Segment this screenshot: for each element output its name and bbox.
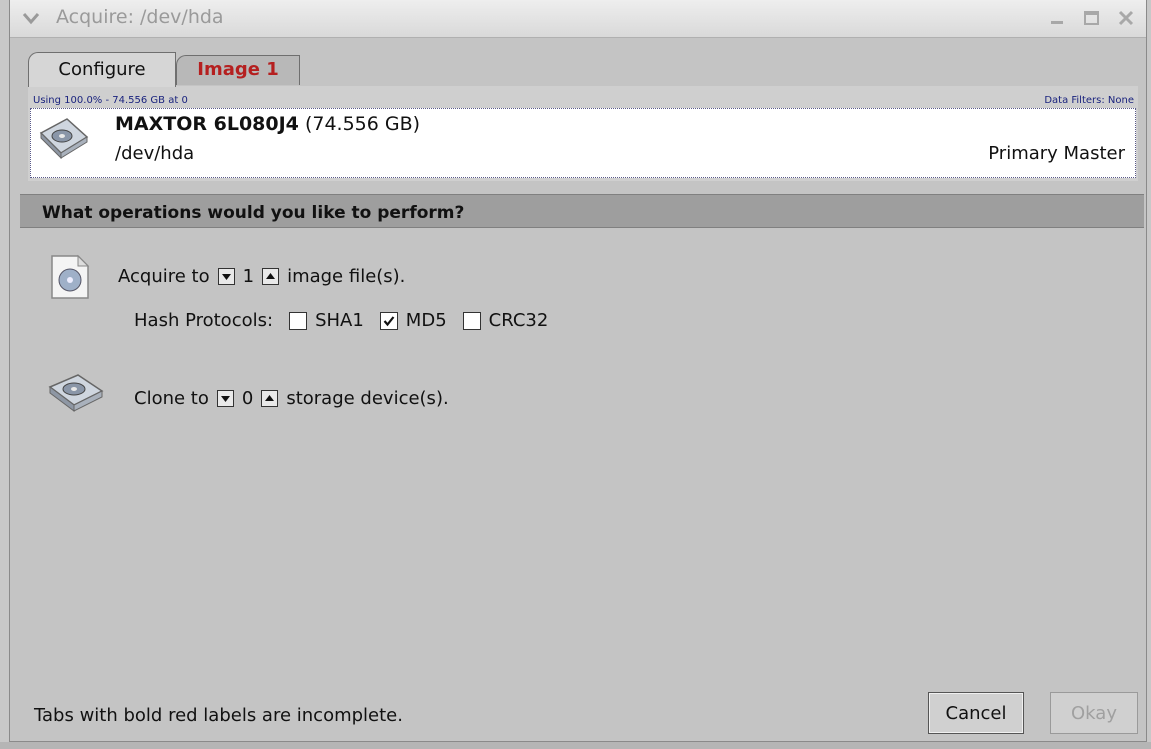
hard-drive-icon	[39, 118, 89, 159]
device-path: /dev/hda	[115, 143, 195, 164]
tab-configure[interactable]: Configure	[28, 52, 176, 87]
window-menu-icon[interactable]	[22, 9, 40, 27]
storage-device-icon	[48, 374, 104, 412]
data-filters-text: Data Filters: None	[1044, 95, 1134, 106]
arrow-down-icon	[221, 274, 231, 280]
arrow-down-icon	[220, 396, 230, 402]
clone-row: Clone to 0 storage device(s).	[134, 388, 449, 409]
tab-image-1[interactable]: Image 1	[176, 55, 300, 85]
clone-label: Clone to	[134, 388, 209, 409]
checkmark-icon	[383, 315, 395, 326]
window-bottom-edge	[0, 742, 1151, 749]
md5-label: MD5	[405, 310, 447, 331]
hash-protocols-row: Hash Protocols: SHA1 MD5 CRC32	[134, 310, 548, 331]
minimize-icon[interactable]	[1048, 8, 1068, 28]
device-model: MAXTOR 6L080J4	[115, 113, 299, 135]
arrow-up-icon	[265, 395, 275, 401]
acquire-decrement-button[interactable]	[217, 268, 235, 285]
incomplete-tabs-note: Tabs with bold red labels are incomplete…	[34, 705, 403, 726]
acquire-suffix: image file(s).	[287, 266, 406, 287]
usage-text: Using 100.0% - 74.556 GB at 0	[33, 95, 188, 106]
cancel-button[interactable]: Cancel	[928, 692, 1024, 734]
arrow-up-icon	[266, 273, 276, 279]
md5-checkbox[interactable]	[379, 311, 398, 330]
operations-header: What operations would you like to perfor…	[20, 194, 1144, 228]
acquire-row: Acquire to 1 image file(s).	[118, 266, 405, 287]
window-title: Acquire: /dev/hda	[56, 6, 224, 28]
device-panel: Using 100.0% - 74.556 GB at 0 Data Filte…	[28, 86, 1138, 181]
acquire-label: Acquire to	[118, 266, 210, 287]
device-entry[interactable]: MAXTOR 6L080J4 (74.556 GB) /dev/hda Prim…	[30, 108, 1136, 178]
clone-increment-button[interactable]	[261, 390, 279, 407]
image-file-icon	[51, 254, 90, 299]
acquire-window: Acquire: /dev/hda Configure Image 1 Usin…	[9, 0, 1147, 742]
sha1-checkbox[interactable]	[289, 311, 308, 330]
sha1-label: SHA1	[315, 310, 364, 331]
device-info-bar: Using 100.0% - 74.556 GB at 0 Data Filte…	[30, 95, 1136, 107]
acquire-increment-button[interactable]	[262, 268, 280, 285]
okay-button[interactable]: Okay	[1050, 692, 1138, 734]
clone-count: 0	[241, 388, 254, 409]
acquire-count: 1	[242, 266, 255, 287]
device-name: MAXTOR 6L080J4 (74.556 GB)	[115, 113, 420, 135]
title-bar[interactable]: Acquire: /dev/hda	[10, 0, 1146, 38]
close-icon[interactable]	[1116, 8, 1136, 28]
clone-decrement-button[interactable]	[216, 390, 234, 407]
crc32-checkbox[interactable]	[462, 311, 481, 330]
device-size: (74.556 GB)	[304, 113, 421, 135]
maximize-icon[interactable]	[1082, 8, 1102, 28]
clone-suffix: storage device(s).	[286, 388, 449, 409]
device-position: Primary Master	[988, 143, 1125, 164]
hash-protocols-label: Hash Protocols:	[134, 310, 274, 331]
crc32-label: CRC32	[488, 310, 549, 331]
